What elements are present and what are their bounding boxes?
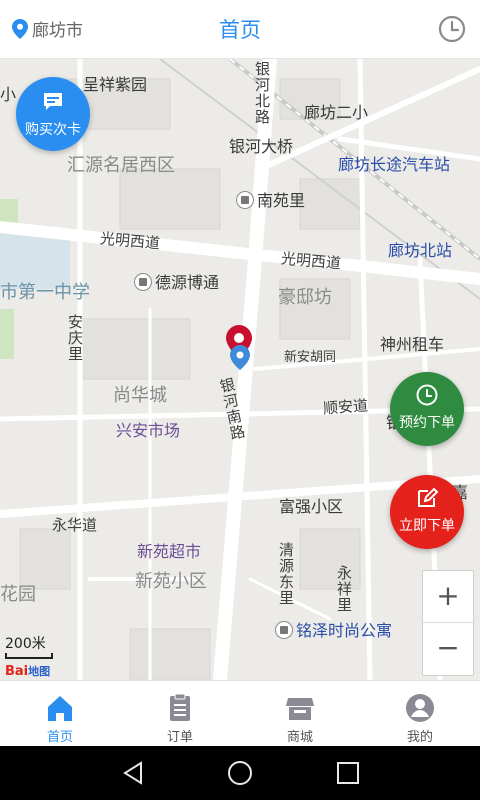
map-label-huiyuan: 汇源名居西区	[67, 155, 175, 176]
map-label-nanyuanli-text: 南苑里	[257, 191, 306, 210]
nav-label-home: 首页	[46, 730, 73, 745]
map-label-chengxiang: 呈祥紫园	[83, 75, 148, 94]
map-scale: 200米	[5, 633, 53, 659]
order-now-button[interactable]: 立即下单	[390, 475, 464, 549]
chat-card-icon	[44, 93, 62, 110]
map-label-haoqifang: 豪邸坊	[278, 287, 332, 308]
map-label-anqingli: 安庆里	[66, 314, 84, 362]
edit-icon	[418, 487, 439, 507]
map-label-diyizhongxue: 市第一中学	[0, 282, 90, 303]
map-label-yongxiangli: 永祥里	[335, 565, 353, 613]
map-label-yinhedaqiao: 银河大桥	[229, 137, 294, 156]
map-label-shanghuacheng: 尚华城	[113, 385, 167, 406]
back-icon[interactable]	[120, 760, 146, 786]
order-now-label: 立即下单	[399, 518, 455, 534]
map-label-mingze-text: 铭泽时尚公寓	[296, 621, 393, 640]
map-label-changtu: 廊坊长途汽车站	[338, 155, 451, 174]
map-label-xiao: 小	[0, 85, 17, 104]
map-label-langfangerxiao: 廊坊二小	[304, 103, 369, 122]
buy-card-label: 购买次卡	[25, 122, 81, 138]
nav-item-mine[interactable]: 我的	[360, 681, 480, 747]
map-label-nanyuanli: 南苑里	[236, 187, 305, 211]
map-label-deyuanbotong: 德源博通	[134, 269, 219, 293]
poi-icon	[236, 190, 254, 209]
nav-item-orders[interactable]: 订单	[120, 681, 240, 747]
nav-label-mine: 我的	[406, 730, 433, 745]
poi-icon	[275, 620, 293, 639]
map-label-shunandao: 顺安道	[322, 396, 369, 418]
nav-label-orders: 订单	[166, 730, 193, 745]
map-label-beizhan: 廊坊北站	[388, 241, 453, 260]
history-clock-icon[interactable]	[438, 15, 466, 43]
zoom-in-button[interactable]: +	[423, 571, 473, 622]
clock-icon	[416, 384, 438, 406]
reserve-order-button[interactable]: 预约下单	[390, 372, 464, 446]
bottom-nav: 首页 订单 商城 我的	[0, 680, 480, 747]
clipboard-icon	[170, 693, 190, 721]
recent-apps-icon[interactable]	[335, 760, 361, 786]
map-view[interactable]: 呈祥紫园 小 银河北路 廊坊二小 银河大桥 汇源名居西区 廊坊长途汽车站 南苑里…	[0, 59, 480, 680]
map-label-fuqiangxiaoqu: 富强小区	[279, 497, 344, 516]
map-label-xinganshichang: 兴安市场	[116, 421, 181, 440]
map-label-qingyuandongli: 清源东里	[277, 542, 295, 606]
scale-label: 200米	[5, 636, 46, 652]
buy-card-button[interactable]: 购买次卡	[16, 77, 90, 151]
baidu-map-logo: Bai地图	[5, 663, 50, 679]
baidu-logo-text: Bai	[5, 664, 29, 679]
map-label-xinanhutong: 新安胡同	[284, 350, 337, 365]
zoom-out-button[interactable]: −	[423, 623, 473, 674]
poi-icon	[134, 272, 152, 291]
map-label-deyuanbotong-text: 德源博通	[155, 273, 220, 292]
nav-item-store[interactable]: 商城	[240, 681, 360, 747]
system-nav-bar	[0, 746, 480, 800]
scale-bar	[5, 653, 53, 659]
nav-item-home[interactable]: 首页	[0, 681, 120, 747]
page-title: 首页	[219, 18, 261, 42]
map-label-mingze: 铭泽时尚公寓	[275, 617, 392, 641]
nav-label-store: 商城	[286, 730, 313, 745]
map-label-shenzhou: 神州租车	[380, 335, 445, 354]
map-label-huayuan: 花园	[0, 584, 36, 605]
map-label-yonghuadao: 永华道	[52, 516, 98, 534]
store-icon	[286, 698, 314, 720]
home-icon	[48, 696, 72, 721]
map-label-xinyuanchaoshi: 新苑超市	[137, 542, 202, 561]
baidu-logo-suffix: 地图	[28, 665, 51, 678]
home-circle-icon[interactable]	[227, 760, 253, 786]
reserve-order-label: 预约下单	[399, 415, 455, 431]
map-label-yinhebeilu: 银河北路	[253, 61, 271, 125]
zoom-controls: + −	[422, 570, 474, 676]
top-bar: 廊坊市 首页	[0, 0, 480, 59]
user-icon	[406, 694, 434, 722]
map-label-xinyuanxiaoqu: 新苑小区	[135, 571, 207, 592]
